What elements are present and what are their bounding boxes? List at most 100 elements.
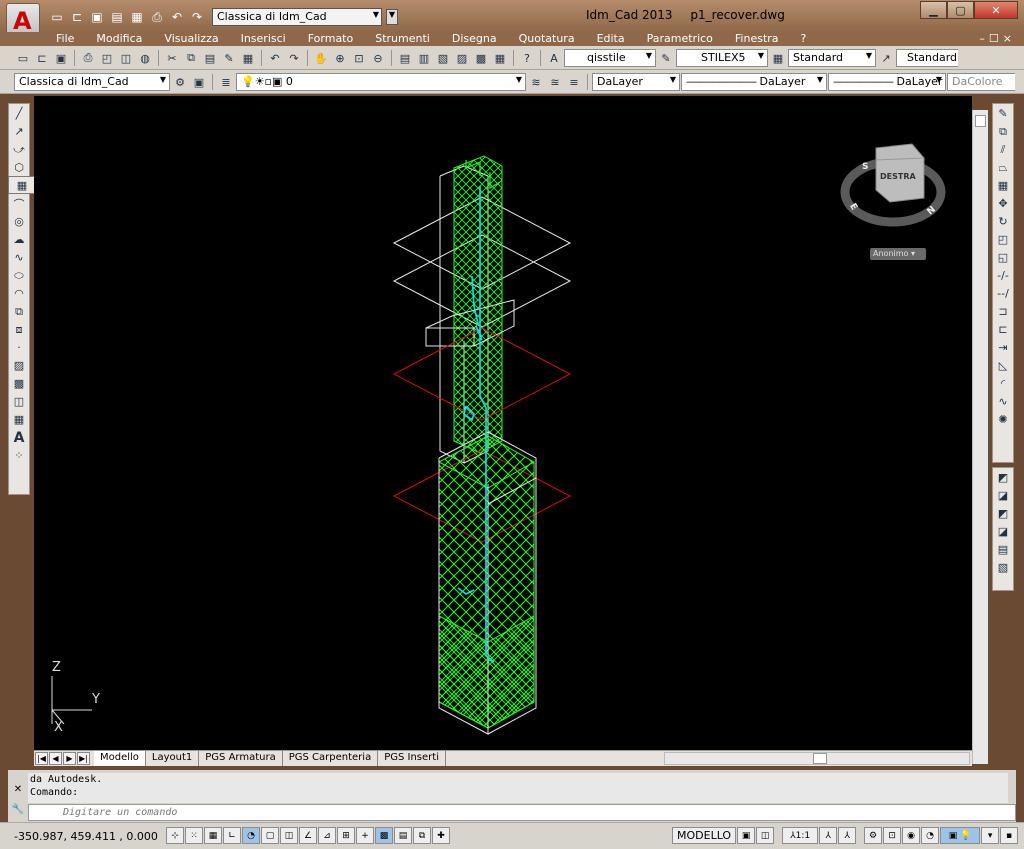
- fillet-icon[interactable]: ◜: [993, 375, 1013, 392]
- coordinates-readout[interactable]: -350.987, 459.411 , 0.000: [14, 830, 158, 843]
- tab-4[interactable]: PGS Inserti: [378, 751, 446, 766]
- multiline-text-icon[interactable]: A: [9, 429, 29, 446]
- zoom-window-icon[interactable]: ⊡: [350, 50, 368, 67]
- break-at-point-icon[interactable]: ⊐: [993, 303, 1013, 320]
- quickcalc-icon[interactable]: ▦: [491, 50, 509, 67]
- text-front-icon[interactable]: ▤: [993, 541, 1013, 558]
- mirror-icon[interactable]: ⫽: [993, 141, 1013, 158]
- drawing-canvas[interactable]: DESTRA S E N Anonimo ▾ Z Y X: [34, 96, 972, 750]
- dynamic-input-button[interactable]: ⊞: [337, 827, 355, 844]
- menu-item-3[interactable]: Inserisci: [241, 32, 286, 45]
- copy-object-icon[interactable]: ⧉: [993, 123, 1013, 140]
- tab-0[interactable]: Modello: [94, 751, 146, 766]
- ellipse-arc-icon[interactable]: ◠: [9, 285, 29, 302]
- annotation-monitor-button[interactable]: ✚: [432, 827, 450, 844]
- redo-icon[interactable]: ↷: [285, 50, 303, 67]
- publish-icon[interactable]: ◫: [117, 50, 135, 67]
- send-under-icon[interactable]: ◪: [993, 523, 1013, 540]
- paste-icon[interactable]: ▤: [201, 50, 219, 67]
- rotate-icon[interactable]: ↻: [993, 213, 1013, 230]
- add-selected-icon[interactable]: ⁘: [9, 447, 29, 464]
- minimize-button[interactable]: ▁: [920, 1, 947, 19]
- menu-item-1[interactable]: Modifica: [96, 32, 142, 45]
- object-snap-button[interactable]: ▢: [261, 827, 279, 844]
- hatch-back-icon[interactable]: ▧: [993, 559, 1013, 576]
- cut-icon[interactable]: ✂: [163, 50, 181, 67]
- snap-mode-button[interactable]: ⁙: [185, 827, 203, 844]
- save-icon[interactable]: ▣: [52, 50, 70, 67]
- model-space-button[interactable]: MODELLO: [672, 827, 737, 844]
- lineweight-button[interactable]: +: [356, 827, 374, 844]
- layer-manager-icon[interactable]: ≣: [217, 74, 235, 91]
- annotation-visibility-button[interactable]: ⅄: [819, 827, 838, 844]
- gradient-icon[interactable]: ▩: [9, 375, 29, 392]
- table-style-icon[interactable]: ▦: [769, 50, 787, 67]
- make-block-icon[interactable]: ⧈: [9, 321, 29, 338]
- polygon-icon[interactable]: ⬡: [9, 159, 29, 176]
- workspace-settings-icon[interactable]: ⚙: [171, 74, 189, 91]
- plot-preview-icon[interactable]: ▦: [128, 8, 146, 26]
- customize-icon[interactable]: ▣: [190, 74, 208, 91]
- menu-item-11[interactable]: ?: [801, 32, 807, 45]
- insert-block-icon[interactable]: ⧉: [9, 303, 29, 320]
- multileader-style-icon[interactable]: ↗: [877, 50, 895, 67]
- break-icon[interactable]: ⊏: [993, 321, 1013, 338]
- open-icon[interactable]: ⊏: [68, 8, 86, 26]
- menu-item-0[interactable]: File: [56, 32, 74, 45]
- menu-item-10[interactable]: Finestra: [735, 32, 779, 45]
- object-snap-tracking-button[interactable]: ∠: [299, 827, 317, 844]
- tab-1[interactable]: Layout1: [146, 751, 200, 766]
- close-icon[interactable]: ✕: [10, 784, 26, 798]
- menu-item-5[interactable]: Strumenti: [375, 32, 430, 45]
- status-menu-button[interactable]: ▾: [981, 827, 1000, 844]
- dim-style-select[interactable]: STILEX5 ▼: [676, 49, 768, 67]
- spline-icon[interactable]: ∿: [9, 249, 29, 266]
- scroll-thumb[interactable]: [813, 753, 827, 764]
- table-icon[interactable]: ▦: [9, 411, 29, 428]
- tab-next-button[interactable]: ▶: [63, 752, 76, 765]
- plotstyle-select[interactable]: DaColore: [947, 73, 1015, 91]
- match-properties-icon[interactable]: ✎: [220, 50, 238, 67]
- new-icon[interactable]: ▭: [14, 50, 32, 67]
- dynamic-ucs-button[interactable]: ⊿: [318, 827, 336, 844]
- print-icon[interactable]: ⎙: [148, 8, 166, 26]
- make-current-layer-icon[interactable]: ≋: [527, 74, 545, 91]
- tab-first-button[interactable]: |◀: [35, 752, 48, 765]
- quick-view-layouts-button[interactable]: ▣: [737, 827, 756, 844]
- compass-south[interactable]: S: [862, 162, 868, 172]
- markup-icon[interactable]: ▩: [472, 50, 490, 67]
- arc-icon[interactable]: ⌒: [9, 195, 29, 212]
- plot-preview-icon[interactable]: ◰: [98, 50, 116, 67]
- menu-item-9[interactable]: Parametrico: [647, 32, 713, 45]
- dim-style-icon[interactable]: ✎: [657, 50, 675, 67]
- menu-item-7[interactable]: Quotatura: [519, 32, 575, 45]
- viewcube-face[interactable]: DESTRA: [880, 172, 916, 181]
- erase-icon[interactable]: ✎: [993, 105, 1013, 122]
- tab-prev-button[interactable]: ◀: [49, 752, 62, 765]
- layer-match-icon[interactable]: ≡: [565, 74, 583, 91]
- infer-constraints-button[interactable]: ⊹: [166, 827, 184, 844]
- zoom-previous-icon[interactable]: ⊖: [369, 50, 387, 67]
- layer-select[interactable]: 💡☀▫▣ 0 ▼: [236, 73, 526, 91]
- sheet-set-icon[interactable]: ▨: [453, 50, 471, 67]
- 3d-print-icon[interactable]: ◍: [136, 50, 154, 67]
- lock-icon[interactable]: ⊡: [883, 827, 902, 844]
- color-select[interactable]: DaLayer ▼: [592, 73, 680, 91]
- menu-item-6[interactable]: Disegna: [452, 32, 497, 45]
- qat-customize-button[interactable]: ▼: [386, 9, 398, 25]
- polyline-icon[interactable]: ⤻: [9, 141, 29, 158]
- ucs-menu[interactable]: Anonimo ▾: [870, 248, 926, 260]
- revision-cloud-icon[interactable]: ☁: [9, 231, 29, 248]
- point-icon[interactable]: ·: [9, 339, 29, 356]
- save-as-icon[interactable]: ▤: [108, 8, 126, 26]
- vertical-scrollbar[interactable]: [972, 110, 988, 764]
- viewcube[interactable]: DESTRA S E N: [840, 140, 946, 230]
- properties-icon[interactable]: ▤: [396, 50, 414, 67]
- text-style-icon[interactable]: A: [545, 50, 563, 67]
- polar-tracking-button[interactable]: ◔: [242, 827, 260, 844]
- text-style-select[interactable]: qisstile ▼: [564, 49, 656, 67]
- viewport-icon[interactable]: ▦: [13, 177, 31, 194]
- pan-icon[interactable]: ✋: [312, 50, 330, 67]
- region-icon[interactable]: ◫: [9, 393, 29, 410]
- isolate-objects-icon[interactable]: ◔: [921, 827, 940, 844]
